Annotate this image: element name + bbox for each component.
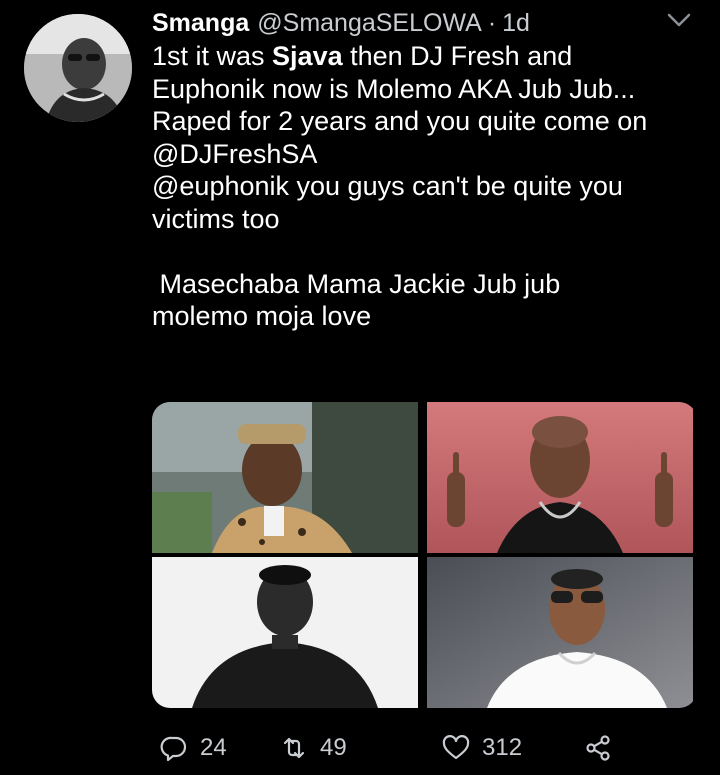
retweet-count: 49 <box>320 734 347 761</box>
tweet-header: Smanga @SmangaSELOWA · 1d <box>152 4 700 42</box>
mention-link[interactable]: @DJFreshSA <box>152 139 317 169</box>
reply-button[interactable]: 24 <box>160 734 280 762</box>
photo-image <box>427 557 693 708</box>
like-button[interactable]: 312 <box>442 734 584 762</box>
user-handle[interactable]: @SmangaSELOWA <box>257 9 482 38</box>
retweet-icon <box>283 737 305 759</box>
bold-name: Sjava <box>272 41 343 71</box>
photo-2[interactable] <box>427 402 693 553</box>
share-button[interactable] <box>584 734 624 762</box>
tweet-actions: 24 49 312 <box>160 728 624 768</box>
text-segment: Euphonik now is Molemo AKA Jub Jub... <box>152 73 636 104</box>
text-segment: then DJ Fresh and <box>342 41 573 71</box>
photo-3[interactable] <box>152 557 418 708</box>
photo-1[interactable] <box>152 402 418 553</box>
photo-4[interactable] <box>427 557 693 708</box>
text-segment: you guys can't be quite you <box>289 171 623 201</box>
avatar[interactable] <box>24 14 132 122</box>
text-segment: victims too <box>152 203 280 234</box>
chevron-down-icon[interactable] <box>664 8 694 32</box>
text-segment: 1st it was <box>152 41 273 71</box>
media-grid <box>152 402 697 708</box>
display-name[interactable]: Smanga <box>152 9 249 38</box>
mention-link[interactable]: @euphonik <box>152 171 289 201</box>
text-segment: Masechaba Mama Jackie Jub jub <box>152 268 561 299</box>
text-segment: molemo moja love <box>152 301 372 331</box>
separator-dot: · <box>487 8 497 37</box>
reply-count: 24 <box>200 734 227 761</box>
photo-image <box>427 402 693 553</box>
retweet-button[interactable]: 49 <box>280 734 442 762</box>
timestamp[interactable]: 1d <box>502 9 530 38</box>
avatar-image <box>24 14 132 122</box>
photo-image <box>152 557 418 708</box>
tweet-text: 1st it was Sjava then DJ Fresh and Eupho… <box>152 40 708 333</box>
share-icon <box>586 735 610 761</box>
text-segment: Raped for 2 years and you quite come on <box>152 106 648 136</box>
like-count: 312 <box>482 734 523 761</box>
reply-icon <box>160 736 187 762</box>
heart-icon <box>442 735 470 760</box>
photo-image <box>152 402 418 553</box>
